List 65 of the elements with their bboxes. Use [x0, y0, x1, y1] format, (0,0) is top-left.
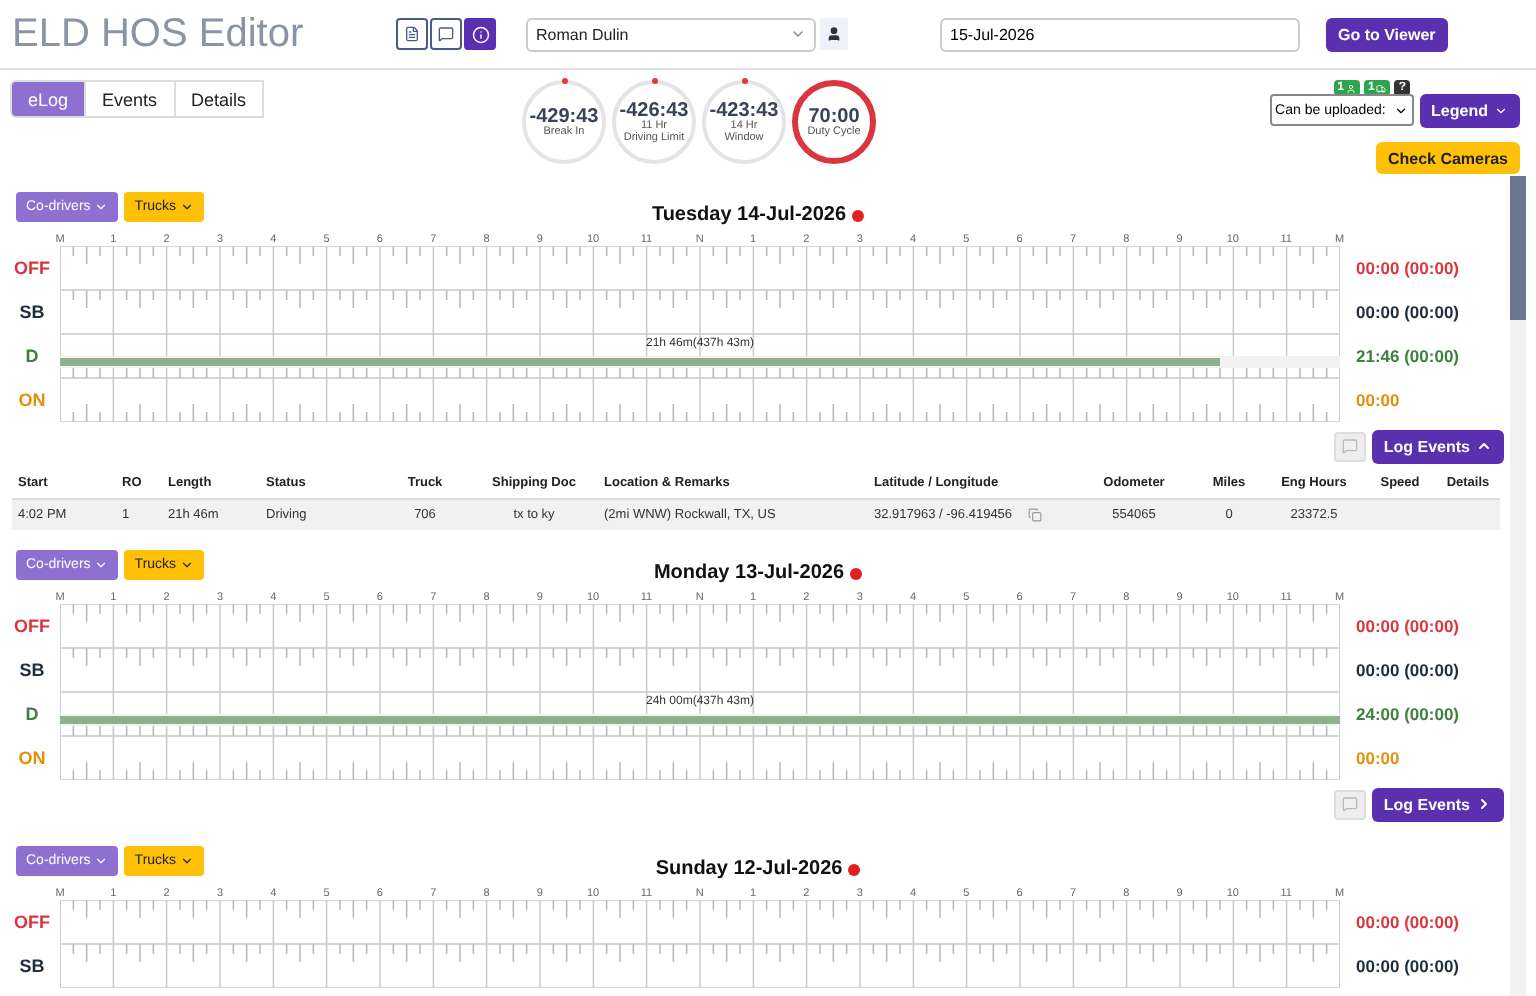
tab[interactable]: eLog: [10, 80, 87, 118]
truck-icon: [1376, 83, 1387, 93]
status-dot-icon: [850, 567, 863, 579]
status-label: ON: [16, 748, 48, 768]
day-title: Monday 13-Jul-2026: [653, 562, 845, 584]
status-total: 00:00 (00:00): [1356, 302, 1460, 322]
status-label: ON: [16, 390, 48, 410]
status-total: 00:00: [1356, 390, 1400, 410]
caret-icon: [1494, 104, 1508, 118]
check-cameras-button[interactable]: Check Cameras: [1375, 142, 1520, 174]
status-dot-icon: [852, 209, 865, 221]
comment-button[interactable]: [430, 18, 462, 50]
comment-icon: [438, 26, 454, 42]
caret-icon: [94, 558, 109, 572]
status-total: 00:00 (00:00): [1356, 616, 1460, 636]
status-dot-icon: [848, 863, 861, 875]
log-events-button[interactable]: Log Events: [1371, 787, 1504, 821]
tab[interactable]: Events: [84, 80, 176, 118]
status-label: OFF: [12, 616, 52, 636]
chevron-up-icon: [1476, 438, 1492, 454]
copy-icon[interactable]: [1028, 508, 1043, 522]
legend-button[interactable]: Legend: [1419, 94, 1520, 128]
user-icon: [1345, 83, 1356, 93]
day-title: Tuesday 14-Jul-2026: [651, 204, 847, 226]
caret-icon: [180, 558, 195, 572]
chevron-right-icon: [1476, 796, 1492, 812]
caret-icon: [180, 854, 195, 868]
driver-select[interactable]: Roman Dulin: [526, 17, 816, 51]
info-icon: [471, 25, 489, 43]
caret-icon: [94, 854, 109, 868]
gauge-value: -429:43: [529, 105, 599, 128]
info-button[interactable]: [464, 18, 496, 50]
comment-icon: [1341, 438, 1358, 454]
caret-icon: [1393, 103, 1408, 117]
status-label: D: [23, 704, 41, 724]
document-icon: [404, 26, 420, 42]
status-total: 00:00 (00:00): [1356, 912, 1460, 932]
status-label: SB: [17, 956, 47, 976]
status-total: 00:00 (00:00): [1356, 956, 1460, 976]
date-field[interactable]: 15-Jul-2026: [940, 17, 1300, 51]
scrollbar[interactable]: [1510, 176, 1526, 996]
app-title: ELD HOS Editor: [10, 11, 306, 57]
log-events-button[interactable]: Log Events: [1371, 429, 1504, 463]
status-total: 00:00 (00:00): [1356, 660, 1460, 680]
status-total: 00:00: [1356, 748, 1400, 768]
caret-icon: [790, 26, 806, 42]
status-total: 21:46 (00:00): [1356, 346, 1460, 366]
status-label: OFF: [12, 912, 52, 932]
go-to-viewer-button[interactable]: Go to Viewer: [1326, 17, 1448, 51]
user-icon: [820, 18, 848, 50]
document-button[interactable]: [396, 18, 428, 50]
status-label: OFF: [12, 258, 52, 278]
gauge-value: -426:43: [619, 99, 689, 122]
status-total: 00:00 (00:00): [1356, 258, 1460, 278]
caret-icon: [180, 200, 195, 214]
day-title: Sunday 12-Jul-2026: [655, 858, 843, 880]
tab[interactable]: Details: [173, 80, 265, 118]
gauge-value: 70:00: [808, 105, 860, 128]
status-total: 24:00 (00:00): [1356, 704, 1460, 724]
gauge-value: -423:43: [709, 99, 779, 122]
caret-icon: [94, 200, 109, 214]
status-label: D: [23, 346, 41, 366]
comment-icon: [1341, 796, 1358, 812]
status-label: SB: [17, 660, 47, 680]
status-label: SB: [17, 302, 47, 322]
